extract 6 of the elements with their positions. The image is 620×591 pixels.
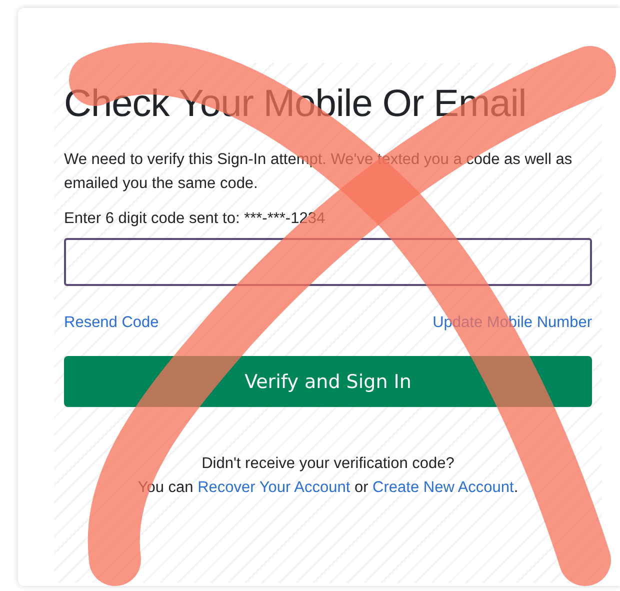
text-link[interactable]: Create New Account [372,479,514,496]
code-input-field[interactable] [64,238,592,286]
text-link[interactable]: Resend Code [64,314,159,332]
footer-prompt: Didn't receive your verification code? [200,454,456,474]
footer-sentence: You can Recover Your Account or Create New Account. [136,478,520,498]
text-link[interactable]: Recover Your Account [198,479,350,496]
